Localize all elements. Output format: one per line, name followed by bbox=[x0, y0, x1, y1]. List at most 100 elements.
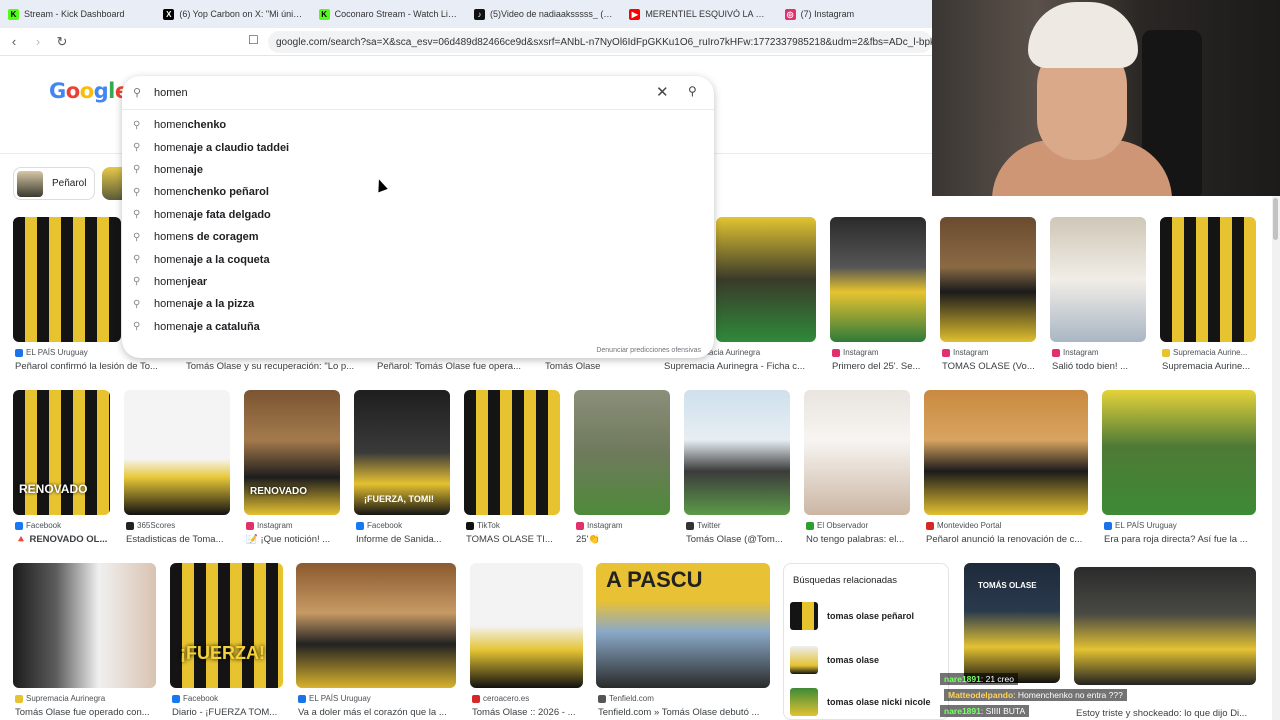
bookmark-icon[interactable]: ☐ bbox=[248, 33, 259, 47]
image-result[interactable]: Tomás Olase bbox=[543, 357, 643, 377]
suggestion-item[interactable]: ⚲ homen aje a cataluña bbox=[122, 316, 714, 338]
related-thumbnail bbox=[790, 646, 818, 674]
image-result[interactable]: Instagram 25'👏 bbox=[574, 390, 670, 550]
browser-tab[interactable]: ♪(5)Video de nadiaaksssss_ (@nadia bbox=[466, 0, 621, 28]
page-scrollbar[interactable] bbox=[1272, 196, 1280, 720]
image-result[interactable]: 365Scores Estadisticas de Toma... bbox=[124, 390, 230, 550]
result-title: No tengo palabras: el... bbox=[806, 534, 905, 545]
webcam-overlay bbox=[932, 0, 1280, 196]
suggestion-item[interactable]: ⚲ homen chenko peñarol bbox=[122, 181, 714, 203]
site-icon bbox=[806, 521, 814, 530]
site-icon bbox=[15, 694, 23, 703]
browser-tab[interactable]: ◎ (7) Instagram bbox=[777, 0, 932, 28]
site-icon bbox=[926, 521, 934, 530]
image-result[interactable]: TOMÁS OLASE bbox=[964, 563, 1060, 683]
result-source: Montevideo Portal bbox=[926, 521, 1001, 530]
result-title: Peñarol: Tomás Olase fue opera... bbox=[377, 361, 521, 372]
suggestion-item[interactable]: ⚲ homen aje bbox=[122, 159, 714, 181]
result-source: El Observador bbox=[806, 521, 868, 530]
facebook-icon bbox=[356, 521, 364, 530]
clear-icon[interactable]: ✕ bbox=[656, 83, 669, 101]
result-source: EL PAÍS Uruguay bbox=[298, 694, 371, 703]
result-source: 365Scores bbox=[126, 521, 175, 530]
suggestion-item[interactable]: ⚲ homen s de coragem bbox=[122, 226, 714, 248]
filter-chip-next[interactable] bbox=[102, 167, 122, 200]
back-icon[interactable]: ‹ bbox=[4, 34, 24, 49]
image-result[interactable]: Peñarol: Tomás Olase fue opera... bbox=[375, 357, 525, 377]
search-icon: ⚲ bbox=[133, 231, 141, 243]
reload-icon[interactable]: ↻ bbox=[52, 34, 72, 50]
address-bar: ‹ › ↻ ☐ google.com/search?sa=X&sca_esv=0… bbox=[0, 28, 932, 56]
search-submit-icon[interactable]: ⚲ bbox=[688, 84, 697, 98]
suggestion-item[interactable]: ⚲ homen aje a claudio taddei bbox=[122, 136, 714, 158]
suggestion-item[interactable]: ⚲ homen aje a la coqueta bbox=[122, 248, 714, 270]
result-title: Tomás Olase bbox=[545, 361, 601, 372]
suggestion-item[interactable]: ⚲ homen chenko bbox=[122, 114, 714, 136]
tiktok-icon bbox=[466, 521, 474, 530]
image-result[interactable]: ¡FUERZA! Facebook Diario - ¡FUERZA TOM..… bbox=[170, 563, 283, 720]
image-caption: RENOVADO bbox=[250, 486, 308, 497]
suggestion-item[interactable]: ⚲ homen aje fata delgado bbox=[122, 204, 714, 226]
image-result[interactable]: TikTok TOMAS OLASE TI... bbox=[464, 390, 560, 550]
chip-thumbnail bbox=[17, 170, 43, 197]
image-result[interactable]: ceroacero.es Tomás Olase :: 2026 - ... bbox=[470, 563, 583, 720]
youtube-icon: ▶ bbox=[629, 8, 641, 20]
result-image bbox=[13, 217, 121, 342]
result-image bbox=[716, 217, 816, 342]
related-item[interactable]: tomas olase peñarol bbox=[790, 602, 914, 630]
image-result[interactable]: ¡FUERZA, TOMI! Facebook Informe de Sanid… bbox=[354, 390, 450, 550]
filter-chip-penarol[interactable]: Peñarol bbox=[13, 167, 95, 200]
browser-tab[interactable]: X(6) Yop Carbon on X: "Mi único héro bbox=[155, 0, 310, 28]
result-image: TOMÁS OLASE bbox=[964, 563, 1060, 683]
browser-tab[interactable]: KCoconaro Stream - Watch Live on Ki bbox=[311, 0, 466, 28]
related-item[interactable]: tomas olase bbox=[790, 646, 879, 674]
image-result[interactable]: Instagram TOMAS OLASE (Vo... bbox=[940, 217, 1036, 377]
browser-tab[interactable]: ▶MERENTIEL ESQUIVÓ LA DERROTA Y bbox=[621, 0, 776, 28]
result-source: Facebook bbox=[15, 521, 61, 530]
result-source: Supremacia Aurinegra bbox=[15, 694, 105, 703]
search-input[interactable] bbox=[154, 84, 634, 102]
image-result[interactable]: Montevideo Portal Peñarol anunció la ren… bbox=[924, 390, 1088, 550]
image-caption: TOMÁS OLASE bbox=[978, 581, 1037, 590]
result-image bbox=[1050, 217, 1146, 342]
related-item[interactable]: tomas olase nicki nicole bbox=[790, 688, 931, 716]
result-title: 🔺 RENOVADO OL... bbox=[15, 534, 108, 545]
search-icon: ⚲ bbox=[133, 164, 141, 176]
facebook-icon bbox=[172, 694, 180, 703]
search-panel: ⚲ ✕ ⚲ ⚲homenchenko ⚲homenaje a claudio t… bbox=[122, 76, 714, 358]
image-result[interactable]: EL PAÍS Uruguay Peñarol confirmó la lesi… bbox=[13, 217, 158, 377]
image-result[interactable]: El Observador No tengo palabras: el... bbox=[804, 390, 910, 550]
browser-tab[interactable]: K Stream - Kick Dashboard bbox=[0, 0, 155, 28]
forward-icon[interactable]: › bbox=[28, 34, 48, 49]
site-icon bbox=[598, 694, 606, 703]
image-result[interactable]: Instagram Salió todo bien! ... bbox=[1050, 217, 1146, 377]
result-title: 📝 ¡Que notición! ... bbox=[246, 534, 331, 545]
image-result[interactable]: Tomás Olase y su recuperación: "Lo p... bbox=[184, 357, 364, 377]
suggestion-item[interactable]: ⚲ homen jear bbox=[122, 271, 714, 293]
scrollbar-thumb[interactable] bbox=[1273, 198, 1278, 240]
instagram-icon bbox=[1052, 348, 1060, 357]
image-result[interactable]: Instagram Primero del 25'. Se... bbox=[830, 217, 926, 377]
google-logo[interactable]: Google bbox=[49, 79, 129, 103]
site-icon bbox=[126, 521, 134, 530]
report-predictions-link[interactable]: Denunciar predicciones ofensivas bbox=[596, 347, 701, 354]
image-result[interactable]: Supremacia Aurine... Supremacia Aurine..… bbox=[1160, 217, 1256, 377]
suggestion-item[interactable]: ⚲ homen aje a la pizza bbox=[122, 293, 714, 315]
result-title: Peñarol anunció la renovación de c... bbox=[926, 534, 1083, 545]
instagram-icon bbox=[576, 521, 584, 530]
url-field[interactable]: google.com/search?sa=X&sca_esv=06d489d82… bbox=[268, 31, 932, 53]
instagram-icon: ◎ bbox=[784, 8, 796, 20]
result-title: Estadisticas de Toma... bbox=[126, 534, 224, 545]
result-image bbox=[296, 563, 456, 688]
image-result[interactable]: RENOVADO Instagram 📝 ¡Que notición! ... bbox=[244, 390, 340, 550]
result-image bbox=[13, 563, 156, 688]
image-result[interactable]: Supremacia Aurinegra Tomás Olase fue ope… bbox=[13, 563, 156, 720]
image-result[interactable]: RENOVADO Facebook 🔺 RENOVADO OL... bbox=[13, 390, 110, 550]
result-title: Peñarol confirmó la lesión de To... bbox=[15, 361, 158, 372]
result-source: Facebook bbox=[356, 521, 402, 530]
image-result[interactable]: A PASCU Tenfield.com Tenfield.com » Tomá… bbox=[596, 563, 770, 720]
image-result[interactable]: EL PAÍS Uruguay Va a doler más el corazó… bbox=[296, 563, 456, 720]
result-title: Tenfield.com » Tomás Olase debutó ... bbox=[598, 707, 760, 718]
image-result[interactable]: Twitter Tomás Olase (@Tom... bbox=[684, 390, 790, 550]
image-result[interactable]: EL PAÍS Uruguay Era para roja directa? A… bbox=[1102, 390, 1256, 550]
